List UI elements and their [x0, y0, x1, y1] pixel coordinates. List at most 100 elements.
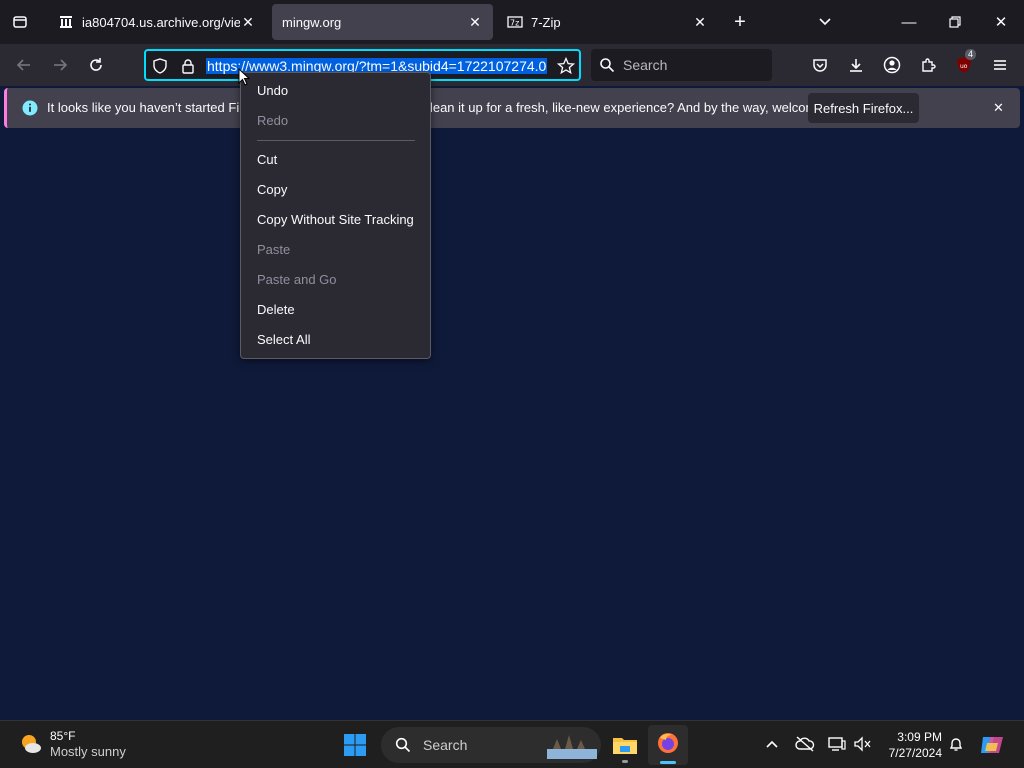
forward-button[interactable]: [45, 50, 75, 80]
taskbar-search-box[interactable]: Search: [381, 727, 601, 763]
close-notification-icon[interactable]: ✕: [993, 100, 1004, 116]
clock-time: 3:09 PM: [897, 730, 942, 744]
copilot-button[interactable]: [978, 731, 1006, 759]
search-icon: [600, 58, 615, 73]
reload-button[interactable]: [81, 50, 111, 80]
firefox-taskbar-button[interactable]: [648, 725, 688, 765]
network-button[interactable]: [826, 733, 848, 755]
bell-icon: [949, 738, 963, 751]
weather-temperature: 85°F: [50, 729, 76, 743]
windows-logo-icon: [344, 734, 366, 756]
minimize-icon: —: [901, 13, 917, 31]
menu-item-paste-and-go[interactable]: Paste and Go: [257, 270, 337, 290]
menu-button[interactable]: [985, 50, 1015, 80]
refresh-firefox-button[interactable]: Refresh Firefox...: [808, 93, 919, 123]
svg-text:7z: 7z: [510, 19, 519, 28]
tab-list-icon: [13, 16, 27, 28]
tab-7zip[interactable]: 7z 7-Zip ✕: [497, 4, 718, 40]
chevron-up-icon: [766, 740, 778, 748]
clock-date: 7/27/2024: [888, 746, 942, 760]
notifications-button[interactable]: [945, 733, 967, 755]
extension-badge: 4: [965, 49, 977, 60]
tab-title: ia804704.us.archive.org/view_ar: [82, 14, 240, 30]
ublock-button[interactable]: uo 4: [949, 49, 979, 80]
svg-text:uo: uo: [960, 63, 968, 70]
puzzle-icon: [922, 58, 936, 72]
volume-button[interactable]: [852, 733, 874, 755]
list-all-tabs-button[interactable]: [802, 0, 848, 44]
lock-icon[interactable]: [180, 58, 196, 74]
menu-item-cut[interactable]: Cut: [257, 150, 277, 170]
tab-strip: ia804704.us.archive.org/view_ar ✕ mingw.…: [0, 0, 1024, 44]
shield-icon[interactable]: [152, 58, 168, 74]
restore-button[interactable]: [932, 0, 978, 44]
taskbar-search-placeholder: Search: [423, 737, 468, 753]
url-context-menu: Undo Redo Cut Copy Copy Without Site Tra…: [240, 72, 431, 359]
back-arrow-icon: [16, 59, 30, 71]
menu-item-copy-without-tracking[interactable]: Copy Without Site Tracking: [257, 210, 414, 230]
menu-item-undo[interactable]: Undo: [257, 81, 288, 101]
cloud-off-icon: [795, 736, 815, 752]
extensions-button[interactable]: [913, 50, 943, 80]
notification-message: It looks like you haven’t started Firefo…: [47, 100, 859, 115]
tab-close-icon[interactable]: ✕: [692, 14, 708, 30]
plus-icon: +: [734, 10, 746, 33]
onedrive-button[interactable]: [794, 733, 816, 755]
tab-close-icon[interactable]: ✕: [240, 14, 256, 30]
new-tab-button[interactable]: +: [722, 0, 758, 44]
chevron-down-icon: [819, 18, 831, 26]
close-window-button[interactable]: ✕: [978, 0, 1024, 44]
menu-separator: [257, 140, 415, 141]
restore-icon: [949, 16, 961, 28]
running-indicator: [622, 760, 628, 763]
tab-close-icon[interactable]: ✕: [467, 14, 483, 30]
close-icon: ✕: [994, 14, 1008, 31]
mouse-cursor-icon: [238, 68, 250, 86]
tab-title: 7-Zip: [531, 14, 561, 30]
tab-mingw[interactable]: mingw.org ✕: [272, 4, 493, 40]
search-icon: [395, 737, 411, 753]
tab-title: mingw.org: [282, 14, 342, 30]
firefox-icon: [658, 733, 678, 753]
menu-item-redo[interactable]: Redo: [257, 111, 288, 131]
weather-widget[interactable]: 85°F Mostly sunny: [18, 728, 126, 760]
copilot-icon: [981, 737, 1003, 753]
refresh-notification-bar: It looks like you haven’t started Firefo…: [4, 88, 1020, 128]
weather-description: Mostly sunny: [50, 744, 126, 759]
navigation-toolbar: https://www3.mingw.org/?tm=1&subid4=1722…: [0, 44, 1024, 86]
system-clock[interactable]: 3:09 PM 7/27/2024: [878, 729, 942, 761]
sun-cloud-icon: [22, 735, 41, 753]
search-bar[interactable]: Search: [591, 49, 772, 81]
pocket-button[interactable]: [805, 50, 835, 80]
7zip-icon: 7z: [507, 16, 523, 28]
forward-arrow-icon: [54, 59, 68, 71]
account-icon: [883, 56, 901, 74]
folder-icon: [613, 738, 637, 754]
tab-overview-button[interactable]: [0, 0, 40, 44]
pocket-icon: [813, 59, 827, 72]
hamburger-menu-icon: [994, 60, 1006, 70]
active-indicator: [660, 761, 676, 764]
show-hidden-icons-button[interactable]: [761, 733, 783, 755]
start-button[interactable]: [343, 733, 367, 757]
search-placeholder: Search: [623, 57, 668, 73]
search-highlight-image-icon: [547, 735, 597, 759]
star-icon[interactable]: [557, 57, 575, 75]
archive-icon: [60, 16, 72, 28]
back-button[interactable]: [9, 50, 39, 80]
speaker-muted-icon: [854, 736, 871, 752]
windows-taskbar: 85°F Mostly sunny Search 3:09 PM 7/27/20…: [0, 720, 1024, 768]
file-explorer-button[interactable]: [611, 731, 639, 763]
info-icon: [22, 100, 38, 116]
menu-item-copy[interactable]: Copy: [257, 180, 287, 200]
account-button[interactable]: [877, 50, 907, 80]
minimize-button[interactable]: —: [886, 0, 932, 44]
downloads-button[interactable]: [841, 50, 871, 80]
menu-item-select-all[interactable]: Select All: [257, 330, 310, 350]
menu-item-delete[interactable]: Delete: [257, 300, 295, 320]
menu-item-paste[interactable]: Paste: [257, 240, 290, 260]
tab-archive[interactable]: ia804704.us.archive.org/view_ar ✕: [48, 4, 266, 40]
monitor-icon: [828, 737, 846, 751]
reload-icon: [90, 58, 102, 71]
download-icon: [850, 59, 862, 72]
